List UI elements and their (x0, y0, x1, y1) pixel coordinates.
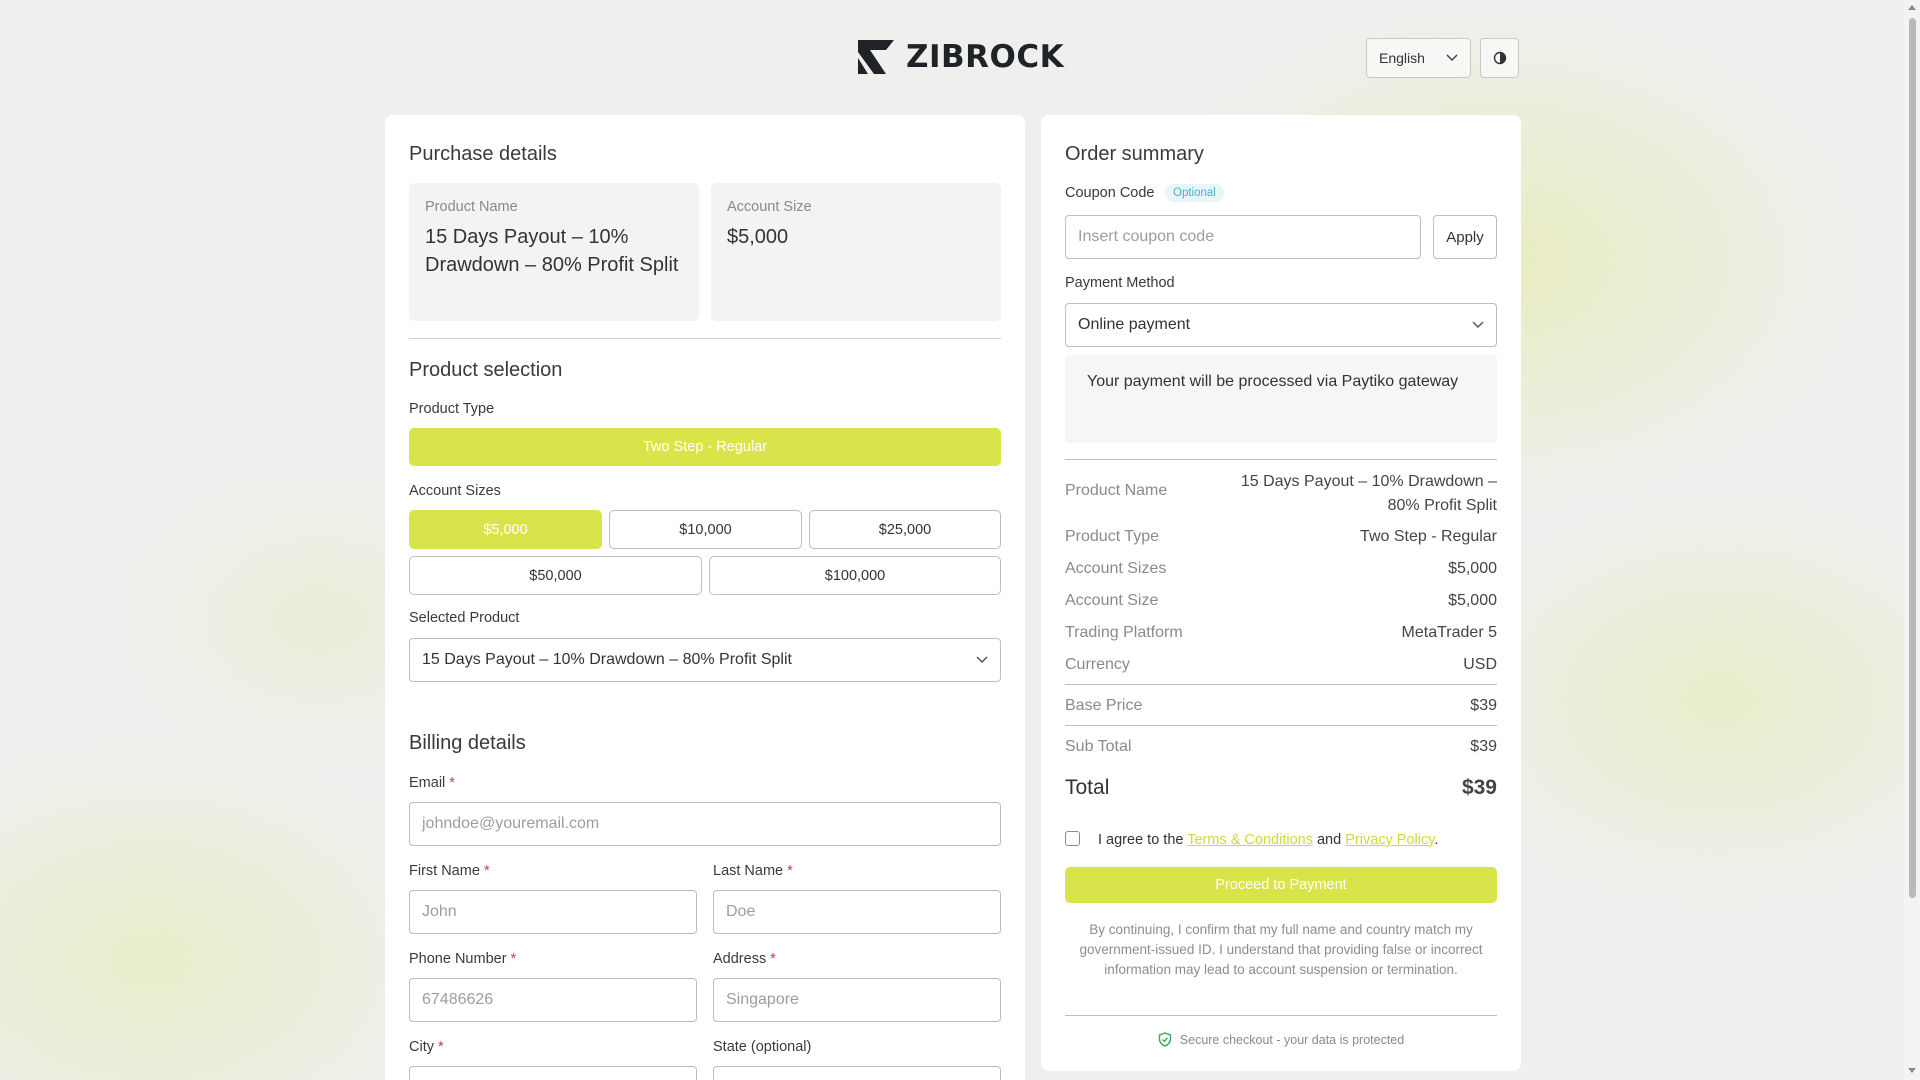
shield-check-icon (1158, 1032, 1171, 1047)
chevron-down-icon (976, 656, 988, 664)
summary-row-product-type: Product Type Two Step - Regular (1065, 528, 1497, 545)
purchase-card: Purchase details Product Name 15 Days Pa… (385, 115, 1025, 1080)
selected-product-label: Selected Product (409, 610, 520, 626)
zibrock-logo-icon (858, 40, 894, 74)
account-size-option-5000[interactable]: $5,000 (409, 510, 602, 549)
coupon-code-input[interactable] (1065, 215, 1421, 259)
chevron-down-icon (1446, 54, 1458, 62)
billing-details-title: Billing details (409, 732, 526, 754)
account-size-option-100000[interactable]: $100,000 (709, 556, 1001, 595)
last-name-input[interactable] (713, 890, 1001, 934)
account-size-option-25000[interactable]: $25,000 (809, 510, 1001, 549)
agree-terms-text: I agree to the Terms & Conditions and Pr… (1098, 832, 1439, 848)
state-input[interactable] (713, 1066, 1001, 1080)
purchase-details-title: Purchase details (409, 143, 557, 165)
product-name-tile: Product Name 15 Days Payout – 10% Drawdo… (409, 183, 699, 321)
payment-method-select[interactable]: Online payment (1065, 303, 1497, 347)
selected-product-value: 15 Days Payout – 10% Drawdown – 80% Prof… (422, 651, 792, 668)
city-label: City * (409, 1039, 444, 1055)
payment-method-value: Online payment (1078, 316, 1191, 333)
terms-conditions-link[interactable]: Terms & Conditions (1187, 832, 1313, 848)
order-summary-card: Order summary Coupon Code Optional Apply… (1041, 115, 1521, 1071)
identity-disclaimer: By continuing, I confirm that my full na… (1079, 922, 1483, 977)
account-size-label: Account Size (727, 199, 812, 215)
payment-method-label: Payment Method (1065, 275, 1175, 291)
secure-checkout-note: Secure checkout - your data is protected (1065, 1032, 1497, 1047)
proceed-to-payment-button[interactable]: Proceed to Payment (1065, 867, 1497, 903)
account-size-value: $5,000 (727, 226, 789, 248)
brand-logo: ZIBROCK (856, 38, 1064, 76)
account-size-tile: Account Size $5,000 (711, 183, 1001, 321)
scrollbar-thumb[interactable] (1909, 18, 1916, 898)
email-input[interactable] (409, 802, 1001, 846)
product-name-value: 15 Days Payout – 10% Drawdown – 80% Prof… (425, 226, 679, 276)
summary-row-currency: Currency USD (1065, 656, 1497, 673)
summary-row-account-sizes: Account Sizes $5,000 (1065, 560, 1497, 577)
agree-terms-checkbox[interactable] (1065, 831, 1080, 846)
phone-input[interactable] (409, 978, 697, 1022)
theme-icon (1493, 51, 1506, 65)
footer-divider (1065, 1015, 1497, 1016)
language-select[interactable]: English (1366, 38, 1471, 78)
city-input[interactable] (409, 1066, 697, 1080)
phone-label: Phone Number * (409, 951, 517, 967)
summary-divider (1065, 725, 1497, 726)
address-input[interactable] (713, 978, 1001, 1022)
order-summary-title: Order summary (1065, 143, 1204, 165)
account-sizes-label: Account Sizes (409, 483, 501, 499)
summary-row-total: Total $39 (1065, 776, 1497, 799)
product-type-option-selected[interactable]: Two Step - Regular (409, 428, 1001, 466)
language-select-value: English (1379, 50, 1425, 66)
summary-row-account-size: Account Size $5,000 (1065, 592, 1497, 609)
account-size-option-50000[interactable]: $50,000 (409, 556, 702, 595)
account-size-option-10000[interactable]: $10,000 (609, 510, 802, 549)
product-type-label: Product Type (409, 401, 495, 417)
product-selection-title: Product selection (409, 359, 563, 381)
optional-badge: Optional (1165, 184, 1224, 202)
summary-divider (1065, 684, 1497, 685)
summary-divider (1065, 459, 1497, 460)
secure-checkout-text: Secure checkout - your data is protected (1179, 1032, 1405, 1047)
address-label: Address * (713, 951, 776, 967)
page-scrollbar[interactable] (1904, 0, 1920, 1080)
privacy-policy-link[interactable]: Privacy Policy (1345, 832, 1434, 848)
summary-row-trading-platform: Trading Platform MetaTrader 5 (1065, 624, 1497, 641)
summary-row-base-price: Base Price $39 (1065, 697, 1497, 714)
state-label: State (optional) (713, 1039, 812, 1055)
brand-name: ZIBROCK (906, 38, 1065, 75)
apply-coupon-button[interactable]: Apply (1433, 215, 1497, 259)
theme-toggle-button[interactable] (1480, 38, 1519, 78)
product-name-label: Product Name (425, 199, 518, 215)
email-label: Email * (409, 775, 455, 791)
scroll-up-icon[interactable] (1908, 5, 1916, 10)
section-divider (409, 338, 1001, 339)
first-name-input[interactable] (409, 890, 697, 934)
summary-row-product-name: Product Name 15 Days Payout – 10% Drawdo… (1065, 473, 1497, 514)
payment-note: Your payment will be processed via Payti… (1065, 355, 1497, 443)
last-name-label: Last Name * (713, 863, 793, 879)
chevron-down-icon (1472, 321, 1484, 329)
coupon-code-label: Coupon Code (1065, 185, 1155, 201)
selected-product-select[interactable]: 15 Days Payout – 10% Drawdown – 80% Prof… (409, 638, 1001, 682)
scroll-down-icon[interactable] (1908, 1068, 1916, 1073)
summary-row-sub-total: Sub Total $39 (1065, 738, 1497, 755)
first-name-label: First Name * (409, 863, 490, 879)
